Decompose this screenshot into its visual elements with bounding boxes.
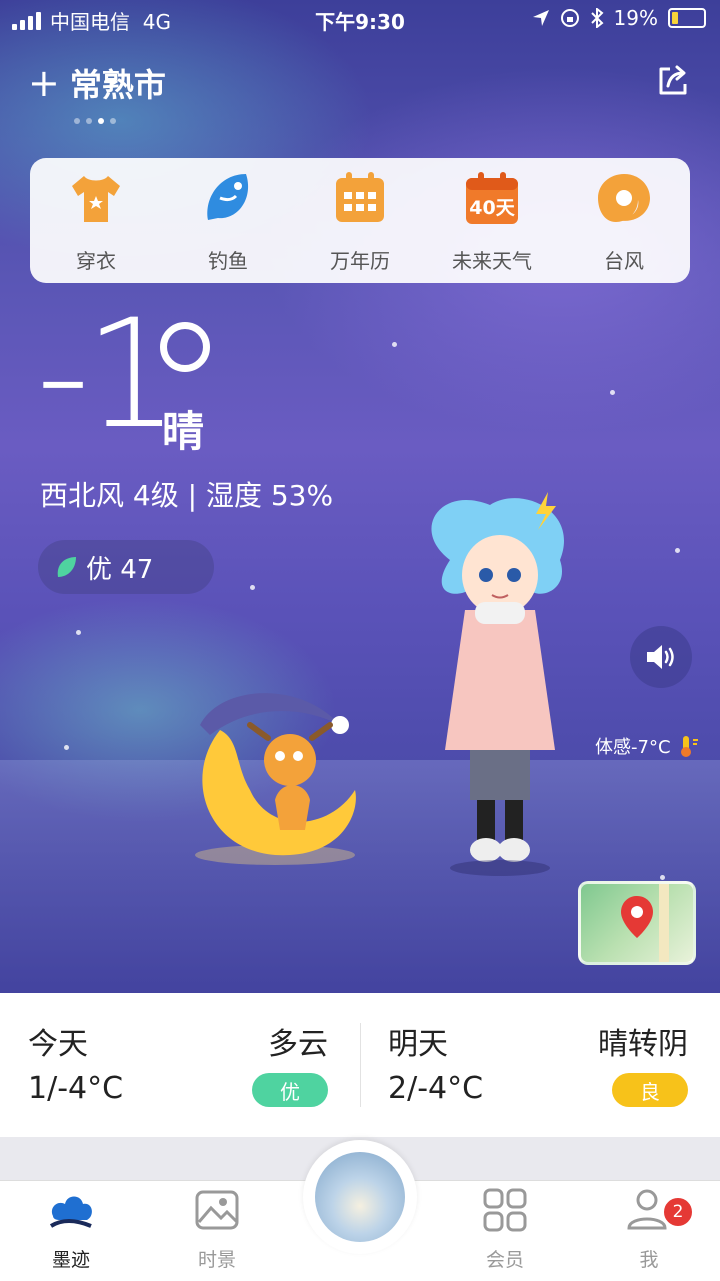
shortcut-label: 钓鱼 bbox=[208, 248, 248, 273]
sparkle bbox=[250, 585, 255, 590]
forecast-range: 2/-4°C bbox=[388, 1071, 484, 1106]
shortcut-calendar[interactable]: 万年历 bbox=[300, 168, 420, 274]
shortcut-label: 台风 bbox=[604, 248, 644, 273]
share-icon[interactable] bbox=[656, 64, 690, 98]
nav-label: 我 bbox=[639, 1249, 659, 1271]
page-dot bbox=[86, 118, 92, 124]
speaker-icon bbox=[647, 645, 674, 669]
page-indicator bbox=[74, 118, 116, 124]
status-right: 19% bbox=[532, 6, 706, 30]
calendar-icon bbox=[336, 171, 384, 222]
forecast-today[interactable]: 今天 多云 1/-4°C 优 bbox=[0, 993, 360, 1137]
aqi-badge: 良 bbox=[612, 1073, 688, 1107]
battery-percent: 19% bbox=[613, 6, 658, 30]
forecast-day: 今天 bbox=[28, 1027, 88, 1062]
feels-like: 体感-7°C bbox=[595, 733, 699, 759]
forecast-day: 明天 bbox=[388, 1027, 448, 1062]
sparkle bbox=[660, 875, 665, 880]
sparkle bbox=[610, 390, 615, 395]
forecast-40-icon: 40天 bbox=[466, 171, 518, 224]
shortcut-forecast-40[interactable]: 40天 未来天气 bbox=[432, 168, 552, 274]
nav-scenery[interactable]: 时景 bbox=[162, 1186, 272, 1272]
shortcut-clothing[interactable]: 穿衣 bbox=[36, 168, 156, 274]
scenery-thumbnail bbox=[315, 1152, 405, 1242]
forecast-panel: 今天 多云 1/-4°C 优 明天 晴转阴 2/-4°C 良 bbox=[0, 993, 720, 1137]
sparkle bbox=[76, 630, 81, 635]
city-selector[interactable]: + 常熟市 bbox=[28, 60, 166, 106]
page-dot-active bbox=[98, 118, 104, 124]
voice-broadcast-button[interactable] bbox=[630, 626, 692, 688]
forecast-weather: 晴转阴 bbox=[598, 1027, 688, 1062]
battery-icon bbox=[668, 8, 706, 28]
page-dot bbox=[110, 118, 116, 124]
forecast-40-text: 40天 bbox=[469, 197, 515, 219]
location-arrow-icon bbox=[532, 10, 549, 26]
scenery-center-button[interactable] bbox=[303, 1140, 417, 1254]
nav-member[interactable]: 会员 bbox=[450, 1186, 560, 1272]
bluetooth-icon bbox=[590, 8, 604, 28]
notification-badge: 2 bbox=[662, 1196, 694, 1228]
moji-cloud-icon bbox=[49, 1196, 92, 1228]
wind-humidity: 西北风 4级 | 湿度 53% bbox=[40, 479, 334, 512]
sparkle bbox=[675, 548, 680, 553]
status-bar: 中国电信 4G 下午9:30 19% bbox=[0, 0, 720, 38]
aqi-value: 优 47 bbox=[86, 554, 154, 585]
aqi-badge: 优 bbox=[252, 1073, 328, 1107]
shortcut-fishing[interactable]: 钓鱼 bbox=[168, 168, 288, 274]
rotation-lock-icon bbox=[560, 9, 579, 27]
map-button[interactable] bbox=[578, 881, 696, 965]
sparkle bbox=[64, 745, 69, 750]
current-condition: 晴 bbox=[162, 407, 205, 456]
typhoon-icon bbox=[598, 173, 650, 222]
photo-icon bbox=[195, 1190, 239, 1230]
city-name: 常熟市 bbox=[69, 66, 166, 104]
shirt-icon bbox=[72, 175, 120, 222]
moon-deer-illustration bbox=[195, 693, 356, 865]
forecast-weather: 多云 bbox=[268, 1027, 328, 1062]
nav-label: 时景 bbox=[197, 1249, 236, 1271]
avatar-character[interactable] bbox=[420, 490, 580, 880]
current-temperature: -1 bbox=[36, 288, 180, 462]
shortcut-label: 穿衣 bbox=[76, 248, 116, 273]
map-pin-icon bbox=[621, 884, 669, 962]
add-city-icon[interactable]: + bbox=[28, 64, 60, 102]
grid-icon bbox=[483, 1188, 527, 1232]
forecast-range: 1/-4°C bbox=[28, 1071, 124, 1106]
shortcut-card: 穿衣 钓鱼 万年历 40天 未来天气 台风 bbox=[30, 158, 690, 283]
nav-label: 会员 bbox=[485, 1249, 524, 1271]
leaf-icon bbox=[57, 557, 76, 577]
nav-label: 墨迹 bbox=[51, 1249, 90, 1271]
shortcut-label: 万年历 bbox=[330, 248, 390, 273]
sparkle bbox=[392, 342, 397, 347]
shortcut-typhoon[interactable]: 台风 bbox=[564, 168, 684, 274]
shortcut-label: 未来天气 bbox=[452, 248, 532, 273]
page-dot bbox=[74, 118, 80, 124]
aqi-pill[interactable]: 优 47 bbox=[38, 540, 214, 594]
degree-symbol bbox=[160, 322, 210, 372]
nav-moji[interactable]: 墨迹 bbox=[16, 1186, 126, 1272]
thermometer-icon bbox=[680, 736, 698, 757]
feels-like-text: 体感-7°C bbox=[595, 737, 671, 758]
forecast-tomorrow[interactable]: 明天 晴转阴 2/-4°C 良 bbox=[360, 993, 720, 1137]
fish-icon bbox=[207, 173, 249, 220]
